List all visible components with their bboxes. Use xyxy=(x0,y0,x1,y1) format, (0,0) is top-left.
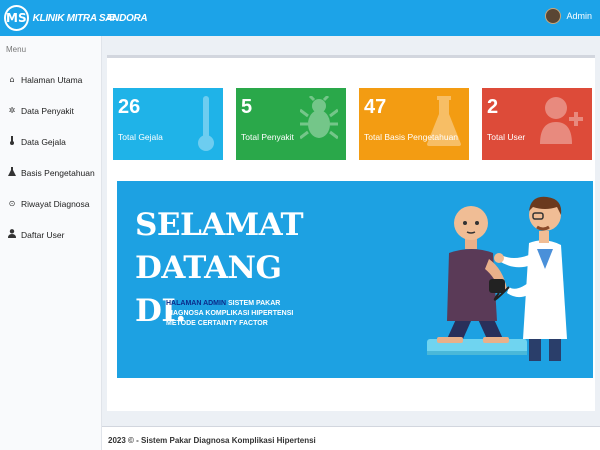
sidebar-menu-header: Menu xyxy=(6,45,27,54)
doctor-patient-illustration xyxy=(427,196,567,361)
stat-box-gejala[interactable]: 26 Total Gejala xyxy=(113,88,223,160)
sidebar-item-halaman-utama[interactable]: ⌂ Halaman Utama xyxy=(0,64,101,95)
stat-value: 2 xyxy=(487,96,499,118)
sidebar-item-label: Data Gejala xyxy=(21,136,66,147)
stat-value: 5 xyxy=(241,96,253,118)
stat-label: Total User xyxy=(487,132,526,142)
welcome-banner: SELAMAT DATANG DI. HALAMAN ADMIN SISTEM … xyxy=(117,181,593,378)
stat-value: 26 xyxy=(118,96,141,118)
user-name: Admin xyxy=(566,11,592,21)
stat-label: Total Gejala xyxy=(118,132,163,142)
sidebar-item-label: Riwayat Diagnosa xyxy=(21,198,90,209)
sidebar-item-data-gejala[interactable]: Data Gejala xyxy=(0,126,101,157)
home-icon: ⌂ xyxy=(9,75,15,84)
stat-box-penyakit[interactable]: 5 Total Penyakit xyxy=(236,88,346,160)
sidebar-item-riwayat-diagnosa[interactable]: ⊙ Riwayat Diagnosa xyxy=(0,188,101,219)
flask-icon xyxy=(427,96,461,146)
banner-description: HALAMAN ADMIN SISTEM PAKAR DIAGNOSA KOMP… xyxy=(166,299,293,329)
avatar xyxy=(545,8,562,24)
main-content: 26 Total Gejala 5 Total Penyakit 47 Tota… xyxy=(102,36,600,450)
sidebar-toggle-button[interactable]: ≡ xyxy=(106,10,117,25)
desc-line-3: METODE CERTAINTY FACTOR xyxy=(166,320,268,327)
dashboard-panel: 26 Total Gejala 5 Total Penyakit 47 Tota… xyxy=(107,55,595,411)
logo-text: KLINIK MITRA SANDORA xyxy=(32,12,148,24)
sidebar-item-label: Halaman Utama xyxy=(21,74,83,85)
stat-value: 47 xyxy=(364,96,387,118)
flask-icon xyxy=(7,167,17,178)
sidebar-item-label: Basis Pengetahuan xyxy=(21,167,95,178)
thermometer-icon xyxy=(198,96,214,151)
welcome-line-2: DATANG xyxy=(135,250,282,286)
desc-line-1: SISTEM PAKAR xyxy=(226,300,281,307)
history-icon: ⊙ xyxy=(8,199,16,208)
sidebar: Menu ⌂ Halaman Utama ✲ Data Penyakit Dat… xyxy=(0,36,102,450)
welcome-line-1: SELAMAT xyxy=(135,207,304,243)
sidebar-item-basis-pengetahuan[interactable]: Basis Pengetahuan xyxy=(0,157,101,188)
sidebar-item-label: Daftar User xyxy=(21,229,65,240)
top-navbar: MS KLINIK MITRA SANDORA ≡ Admin xyxy=(0,0,600,36)
stat-box-basis-pengetahuan[interactable]: 47 Total Basis Pengetahuan xyxy=(359,88,469,160)
user-plus-icon xyxy=(540,97,583,144)
user-menu[interactable]: Admin xyxy=(545,8,592,24)
admin-highlight: HALAMAN ADMIN xyxy=(166,300,227,307)
clinic-logo[interactable]: MS KLINIK MITRA SANDORA xyxy=(0,0,148,36)
desc-line-2: DIAGNOSA KOMPLIKASI HIPERTENSI xyxy=(166,310,294,317)
user-icon xyxy=(7,229,17,240)
footer: 2023 © - Sistem Pakar Diagnosa Komplikas… xyxy=(102,426,600,450)
logo-badge: MS xyxy=(4,5,29,31)
bug-icon xyxy=(300,96,338,140)
thermometer-icon xyxy=(7,136,17,147)
stat-box-user[interactable]: 2 Total User xyxy=(482,88,592,160)
sidebar-item-data-penyakit[interactable]: ✲ Data Penyakit xyxy=(0,95,101,126)
stat-label: Total Penyakit xyxy=(241,132,294,142)
sidebar-item-label: Data Penyakit xyxy=(21,105,74,116)
sidebar-item-daftar-user[interactable]: Daftar User xyxy=(0,219,101,250)
bug-icon: ✲ xyxy=(8,106,16,115)
